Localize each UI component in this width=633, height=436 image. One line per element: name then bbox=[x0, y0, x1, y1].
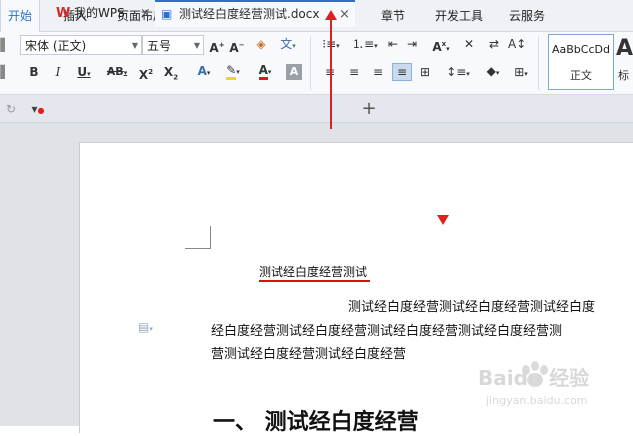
change-case-icon[interactable]: Ax▾ bbox=[428, 36, 454, 57]
tab-developer[interactable]: 开发工具 bbox=[428, 0, 490, 31]
style-sample-text: AaBbCcDd bbox=[552, 43, 610, 56]
chevron-down-icon: ▼ bbox=[131, 41, 138, 50]
increase-indent-icon[interactable]: ⇥ bbox=[404, 36, 420, 52]
borders-icon[interactable]: ⊞▾ bbox=[510, 64, 532, 82]
font-size-value: 五号 bbox=[147, 39, 172, 53]
font-color-icon[interactable]: A▾ bbox=[252, 62, 278, 80]
align-right-icon[interactable]: ≡ bbox=[370, 64, 386, 80]
paragraph-line-1[interactable]: 测试经白度经营测试经白度经营测试经白度 bbox=[348, 296, 595, 315]
tab-section[interactable]: 章节 bbox=[370, 0, 416, 31]
underline-icon[interactable]: U▾ bbox=[72, 64, 96, 82]
sort-icon[interactable]: A↕ bbox=[508, 36, 526, 52]
char-shading-icon[interactable]: A bbox=[286, 64, 302, 80]
quick-menu-icon[interactable]: ▾● bbox=[30, 101, 46, 119]
close-icon[interactable]: × bbox=[339, 2, 350, 27]
italic-icon[interactable]: I bbox=[50, 64, 66, 80]
document-tab-bar bbox=[0, 95, 633, 123]
line-spacing-icon[interactable]: ↕≡▾ bbox=[446, 64, 470, 82]
font-size-select[interactable]: 五号 ▼ bbox=[142, 35, 204, 55]
font-name-select[interactable]: 宋体 (正文) ▼ bbox=[20, 35, 142, 55]
document-title[interactable]: 测试经白度经营测试 bbox=[259, 263, 367, 280]
phonetic-guide-icon[interactable]: 文▾ bbox=[277, 36, 299, 54]
justify-icon[interactable]: ≡ bbox=[392, 63, 412, 81]
undo-icon[interactable]: ↻ bbox=[4, 101, 18, 117]
annotation-arrow-head bbox=[325, 10, 337, 20]
tab-label: 测试经白度经营测试.docx bbox=[179, 7, 320, 21]
chevron-down-icon: ▼ bbox=[193, 41, 200, 50]
paragraph-line-2[interactable]: 经白度经营测试经白度经营测试经白度经营测试经白度经营测 bbox=[211, 320, 562, 339]
align-center-icon[interactable]: ≡ bbox=[346, 64, 362, 80]
tab-my-wps[interactable]: W 我的WPS × bbox=[52, 0, 152, 27]
divider bbox=[310, 36, 311, 90]
document-heading[interactable]: 一、 测试经白度经营 bbox=[213, 404, 419, 436]
tab-start[interactable]: 开始 bbox=[0, 0, 40, 32]
watermark-url: jingyan.baidu.com bbox=[486, 394, 588, 407]
highlight-icon[interactable]: ✎▾ bbox=[220, 62, 246, 80]
tab-label: 我的WPS bbox=[74, 6, 125, 20]
style-heading-sample[interactable]: A bbox=[616, 36, 633, 62]
paste-icon[interactable]: ▌ bbox=[0, 37, 10, 57]
paragraph-line-3[interactable]: 营测试经白度经营测试经白度经营 bbox=[211, 343, 406, 362]
bold-icon[interactable]: B bbox=[26, 64, 42, 80]
baidu-watermark: Baidu 经验 jingyan.baidu.com bbox=[478, 356, 628, 416]
red-marker-icon bbox=[437, 215, 449, 225]
distributed-icon[interactable]: ⊞ bbox=[416, 64, 434, 80]
tab-cloud[interactable]: 云服务 bbox=[502, 0, 552, 31]
clear-format-icon[interactable]: ◈ bbox=[252, 36, 270, 52]
numbered-list-icon[interactable]: ⒈≡▾ bbox=[352, 36, 378, 54]
style-name-label: 正文 bbox=[570, 69, 592, 82]
paragraph-handle-icon[interactable]: ▤▾ bbox=[138, 320, 153, 334]
title-underline bbox=[259, 280, 370, 282]
shading-icon[interactable]: ◆▾ bbox=[480, 63, 506, 81]
font-name-value: 宋体 (正文) bbox=[25, 39, 87, 53]
superscript-icon[interactable]: X2 bbox=[136, 64, 156, 83]
decrease-indent-icon[interactable]: ⇤ bbox=[385, 36, 401, 52]
close-icon[interactable]: × bbox=[140, 0, 151, 27]
new-tab-button[interactable]: + bbox=[360, 98, 378, 120]
annotation-arrow bbox=[330, 13, 332, 129]
style-normal[interactable]: AaBbCcDd 正文 bbox=[548, 34, 614, 90]
grow-font-icon[interactable]: A+ bbox=[209, 37, 225, 56]
style-heading-label: 标 bbox=[618, 69, 629, 82]
chinese-layout-icon[interactable]: ✕ bbox=[460, 36, 478, 52]
watermark-brand: Baidu 经验 bbox=[478, 366, 590, 390]
text-effect-icon[interactable]: A▾ bbox=[192, 63, 216, 81]
strikethrough-icon[interactable]: AB▾ bbox=[103, 64, 131, 81]
word-doc-icon: ▣ bbox=[161, 7, 173, 21]
format-painter-icon[interactable]: ▌ bbox=[0, 64, 10, 80]
margin-corner-mark bbox=[185, 226, 211, 249]
shrink-font-icon[interactable]: A− bbox=[229, 37, 245, 56]
wps-logo-icon: W bbox=[56, 6, 71, 21]
subscript-icon[interactable]: X2 bbox=[161, 64, 181, 85]
show-marks-icon[interactable]: ⇄ bbox=[485, 36, 503, 52]
divider bbox=[538, 36, 539, 90]
